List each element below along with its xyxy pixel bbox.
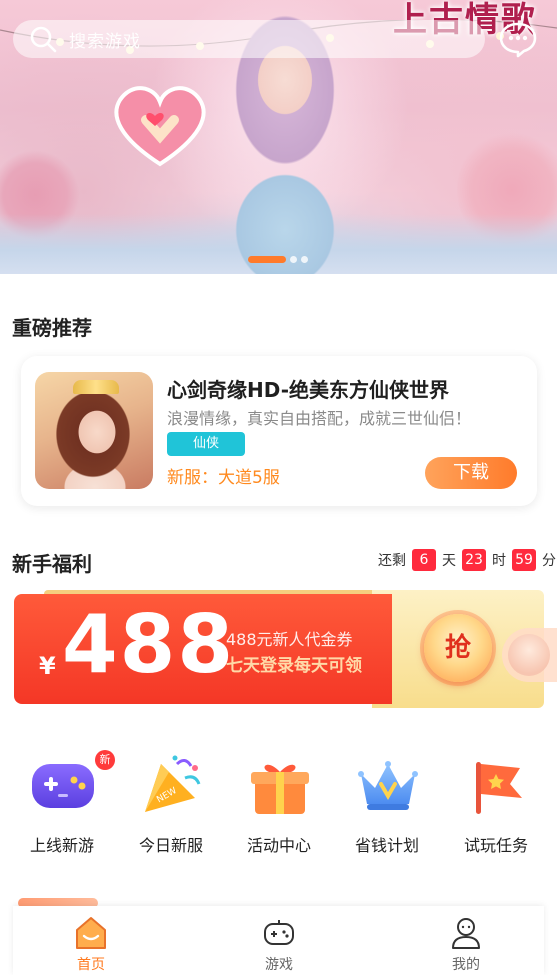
- search-bar[interactable]: 搜索游戏: [13, 20, 485, 58]
- carousel-dot-active[interactable]: [248, 256, 286, 263]
- search-icon: [30, 26, 57, 53]
- download-button[interactable]: 下载: [425, 457, 517, 489]
- carousel-dot[interactable]: [301, 256, 308, 263]
- newbie-coupon-banner[interactable]: ¥ 488 488元新人代金券 七天登录每天可领 抢: [14, 590, 544, 708]
- cover-headdress: [73, 380, 119, 394]
- quick-entry-label: 试玩任务: [463, 836, 528, 855]
- coupon-amount: 488: [62, 598, 235, 691]
- quick-entry-activity-center[interactable]: 活动中心: [225, 750, 333, 860]
- user-icon: [452, 918, 480, 949]
- countdown-minutes-unit: 分: [542, 553, 556, 569]
- tab-label: 我的: [452, 957, 480, 973]
- carousel-dot[interactable]: [290, 256, 297, 263]
- game-tag: 仙侠: [167, 432, 245, 456]
- countdown-prefix: 还剩: [378, 553, 406, 569]
- home-icon: [76, 917, 106, 949]
- quick-entry-grid: 新 上线新游 NEW 今日新服 活动中心 省钱计划 试玩任务: [0, 750, 557, 860]
- tab-games[interactable]: 游戏: [219, 906, 339, 975]
- carousel-indicator: [248, 256, 308, 263]
- quick-entry-saving-plan[interactable]: 省钱计划: [333, 750, 441, 860]
- quick-entry-new-servers[interactable]: NEW 今日新服: [117, 750, 225, 860]
- countdown-days-unit: 天: [442, 553, 456, 569]
- coupon-title: 488元新人代金券: [226, 630, 353, 649]
- quick-entry-label: 今日新服: [138, 836, 203, 855]
- message-icon[interactable]: [498, 20, 538, 58]
- countdown-minutes: 59: [512, 549, 536, 571]
- quick-entry-label: 活动中心: [246, 836, 311, 855]
- gift-box-icon: [251, 764, 309, 814]
- customer-service-float[interactable]: [502, 628, 557, 682]
- tab-home[interactable]: 首页: [31, 906, 151, 975]
- countdown-days: 6: [412, 549, 436, 571]
- game-name: 心剑奇缘HD-绝美东方仙侠世界: [167, 378, 450, 402]
- tab-label: 首页: [77, 957, 105, 973]
- section-title-welfare: 新手福利: [12, 548, 116, 580]
- quick-entry-trial-tasks[interactable]: 试玩任务: [442, 750, 550, 860]
- flag-icon: [476, 762, 522, 814]
- featured-game-card[interactable]: 心剑奇缘HD-绝美东方仙侠世界 浪漫情缘，真实自由搭配，成就三世仙侣！ 仙侠 新…: [21, 356, 537, 506]
- game-description: 浪漫情缘，真实自由搭配，成就三世仙侣！: [167, 409, 472, 428]
- top-banner[interactable]: 上古情歌 搜索游戏: [0, 0, 557, 274]
- quick-entry-label: 上线新游: [29, 836, 94, 855]
- crown-icon: [358, 761, 418, 810]
- coupon-subtitle: 七天登录每天可领: [226, 656, 362, 676]
- countdown-hours: 23: [462, 549, 486, 571]
- party-popper-icon: NEW: [145, 755, 201, 812]
- section-title-text: 新手福利: [12, 552, 92, 576]
- gamepad-icon: [32, 764, 94, 808]
- gamepad-tab-icon: [264, 920, 294, 945]
- coupon-currency: ¥: [39, 652, 56, 680]
- bottom-tab-bar: 首页 游戏 我的: [13, 906, 544, 975]
- game-server: 新服：大道5服: [167, 468, 280, 488]
- quick-entry-new-games[interactable]: 新 上线新游: [8, 750, 116, 860]
- countdown-hours-unit: 时: [492, 553, 506, 569]
- tab-label: 游戏: [265, 957, 293, 973]
- quick-entry-label: 省钱计划: [354, 836, 419, 855]
- game-cover-image[interactable]: [35, 372, 153, 489]
- grab-coupon-button[interactable]: 抢: [424, 614, 492, 682]
- section-title-featured: 重磅推荐: [12, 312, 116, 344]
- section-title-text: 重磅推荐: [12, 316, 92, 340]
- tab-profile[interactable]: 我的: [406, 906, 526, 975]
- search-placeholder: 搜索游戏: [69, 31, 141, 52]
- service-avatar-icon: [508, 634, 550, 676]
- new-badge: 新: [95, 750, 115, 770]
- countdown-timer: 还剩 6 天 23 时 59 分: [378, 549, 556, 571]
